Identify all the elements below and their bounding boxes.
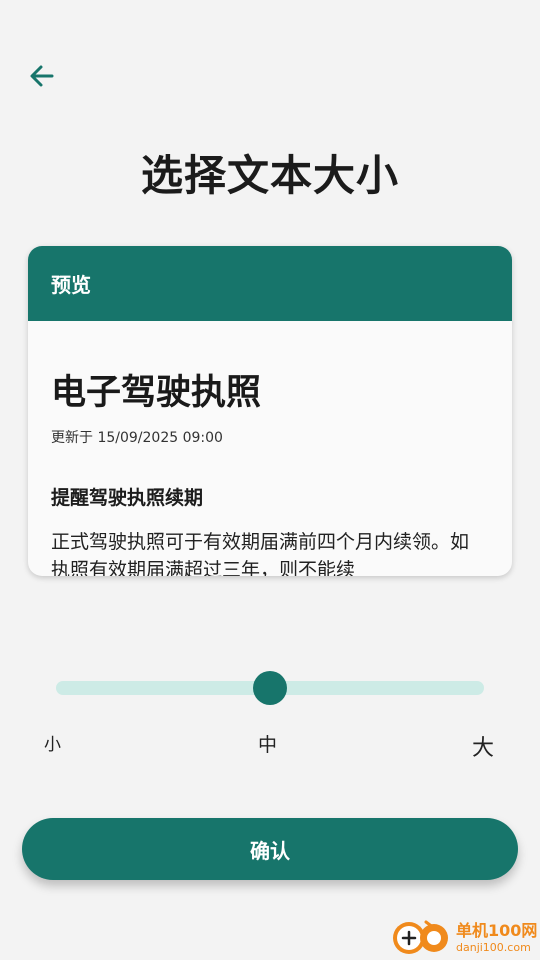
size-label-large[interactable]: 大 bbox=[472, 730, 494, 762]
slider-thumb[interactable] bbox=[253, 671, 287, 705]
watermark-url: danji100.com bbox=[456, 941, 531, 954]
text-size-slider[interactable] bbox=[56, 670, 484, 706]
preview-paragraph: 正式驾驶执照可于有效期届满前四个月内续领。如执照有效期届满超过三年，则不能续 bbox=[51, 531, 470, 576]
watermark: 单机100网 danji100.com bbox=[390, 916, 540, 960]
watermark-name: 单机100网 bbox=[456, 921, 538, 940]
back-button[interactable] bbox=[22, 58, 62, 98]
arrow-left-icon bbox=[28, 62, 56, 94]
preview-section-title: 提醒驾驶执照续期 bbox=[51, 487, 204, 509]
size-label-small[interactable]: 小 bbox=[44, 730, 61, 755]
page-title: 选择文本大小 bbox=[140, 151, 399, 200]
watermark-logo-icon bbox=[390, 916, 452, 960]
preview-updated-timestamp: 更新于 15/09/2025 09:00 bbox=[51, 430, 223, 446]
size-label-medium[interactable]: 中 bbox=[258, 730, 277, 757]
preview-title: 电子驾驶执照 bbox=[51, 373, 262, 413]
preview-card: 预览 电子驾驶执照 更新于 15/09/2025 09:00 提醒驾驶执照续期 … bbox=[28, 246, 512, 576]
preview-card-body: 电子驾驶执照 更新于 15/09/2025 09:00 提醒驾驶执照续期 正式驾… bbox=[28, 369, 512, 576]
preview-card-header: 预览 bbox=[28, 246, 512, 321]
confirm-button[interactable]: 确认 bbox=[22, 818, 518, 880]
